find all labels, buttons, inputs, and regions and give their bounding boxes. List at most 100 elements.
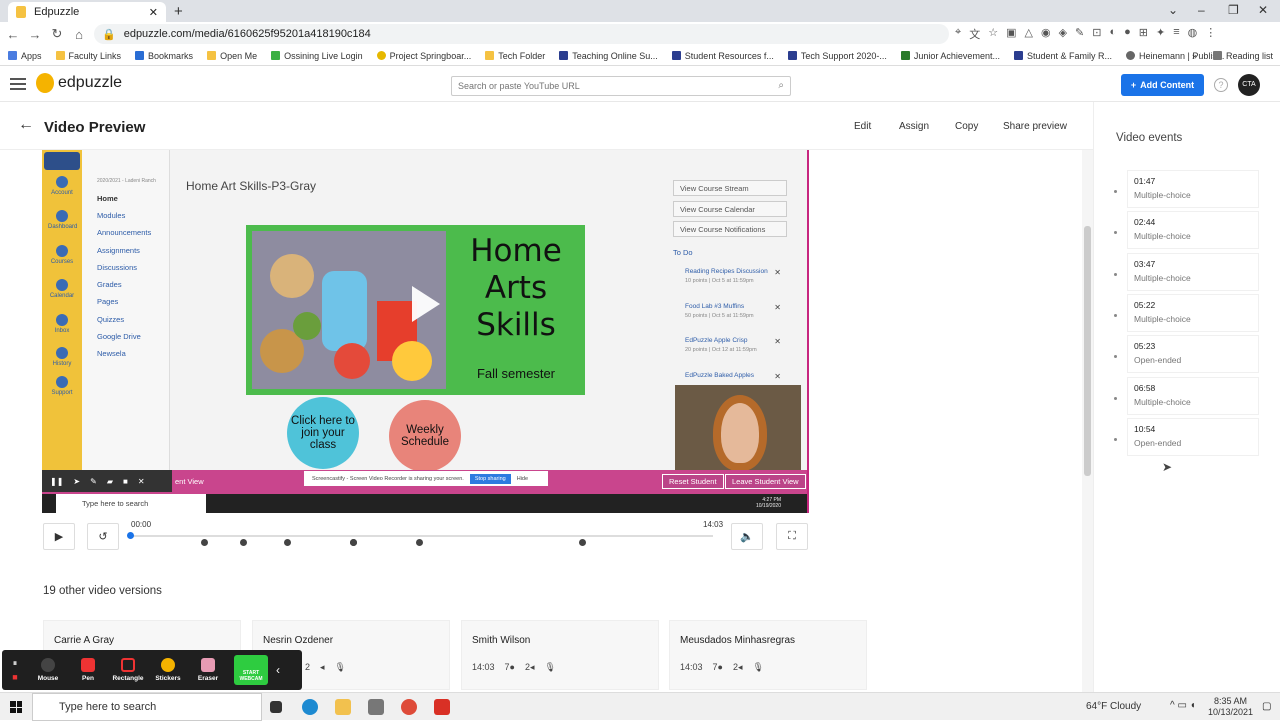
play-button[interactable]: ▶: [43, 523, 75, 550]
system-tray-icons[interactable]: ^ ▭ ◖: [1170, 700, 1196, 711]
back-arrow-icon[interactable]: ←: [18, 116, 34, 134]
help-icon[interactable]: ?: [1214, 78, 1228, 92]
bookmark-item[interactable]: Student Resources f...: [671, 51, 774, 61]
stickers-tool[interactable]: Stickers: [148, 658, 188, 682]
bookmark-item[interactable]: Ossining Live Login: [271, 51, 363, 61]
question-marker[interactable]: [240, 539, 248, 546]
bookmark-item[interactable]: Junior Achievement...: [900, 51, 1000, 61]
profile-icon[interactable]: ◍: [1188, 26, 1198, 42]
edit-button[interactable]: Edit: [854, 121, 871, 132]
video-event-item[interactable]: 05:23 Open-ended: [1114, 335, 1259, 373]
location-icon[interactable]: ⌖: [955, 26, 961, 42]
new-tab-icon[interactable]: +: [174, 3, 183, 20]
version-card[interactable]: Smith Wilson 14:03 7● 2◂ 🎙: [461, 620, 659, 690]
mic-ext-icon[interactable]: ●: [1124, 26, 1131, 42]
question-marker[interactable]: [200, 539, 208, 546]
extension-icon[interactable]: ◈: [1059, 26, 1067, 42]
translate-icon[interactable]: 文: [969, 26, 980, 42]
taskbar-search[interactable]: Type here to search: [32, 693, 262, 721]
address-bar[interactable]: 🔒 edpuzzle.com/media/6160625f95201a41819…: [94, 24, 949, 44]
hamburger-menu-icon[interactable]: [10, 78, 26, 90]
volume-button[interactable]: 🔈: [731, 523, 763, 550]
drive-icon[interactable]: △: [1024, 26, 1032, 42]
profile-dropdown-icon[interactable]: ⌄: [1168, 3, 1178, 17]
pen-ext-icon[interactable]: ✎: [1075, 26, 1084, 42]
search-icon[interactable]: ⌕: [778, 80, 784, 91]
video-event-item[interactable]: 05:22 Multiple-choice: [1114, 294, 1259, 332]
notifications-icon[interactable]: ▢: [1262, 701, 1271, 712]
back-nav-icon[interactable]: ←: [4, 27, 22, 42]
bookmark-item[interactable]: Apps: [8, 51, 42, 61]
start-webcam-button[interactable]: START WEBCAM: [234, 655, 268, 685]
video-event-item[interactable]: 10:54 Open-ended: [1114, 418, 1259, 456]
main-scrollbar[interactable]: [1082, 150, 1093, 692]
extension-icon[interactable]: ▣: [1006, 26, 1016, 42]
bookmark-item[interactable]: Faculty Links: [55, 51, 121, 61]
reload-icon[interactable]: ↻: [48, 26, 66, 42]
question-marker[interactable]: [416, 539, 424, 546]
add-content-button[interactable]: + Add Content: [1121, 74, 1204, 96]
avatar[interactable]: CTA: [1238, 74, 1260, 96]
seek-knob[interactable]: [127, 532, 134, 539]
fullscreen-button[interactable]: ⛶: [776, 523, 808, 550]
bookmark-item[interactable]: Teaching Online Su...: [559, 51, 658, 61]
assign-button[interactable]: Assign: [899, 121, 929, 132]
pen-tool[interactable]: Pen: [68, 658, 108, 682]
minimize-icon[interactable]: –: [1198, 3, 1205, 17]
bookmark-star-icon[interactable]: ☆: [988, 26, 998, 42]
video-player[interactable]: Account Dashboard Courses Calendar Inbox…: [42, 150, 809, 513]
menu-icon[interactable]: ⋮: [1205, 26, 1216, 42]
bookmark-item[interactable]: Project Springboar...: [376, 51, 471, 61]
bookmark-item[interactable]: Tech Support 2020-...: [787, 51, 887, 61]
extension-icon[interactable]: ◐: [1109, 26, 1116, 42]
question-marker[interactable]: [283, 539, 291, 546]
reading-list[interactable]: Reading list: [1213, 51, 1273, 61]
video-event-item[interactable]: 01:47 Multiple-choice: [1114, 170, 1259, 208]
rectangle-tool[interactable]: Rectangle: [108, 658, 148, 682]
close-tab-icon[interactable]: ✕: [149, 6, 158, 19]
play-overlay-icon[interactable]: [412, 286, 440, 322]
copy-button[interactable]: Copy: [955, 121, 978, 132]
edge-icon[interactable]: [302, 699, 318, 715]
bookmark-item[interactable]: Bookmarks: [135, 51, 193, 61]
file-explorer-icon[interactable]: [335, 699, 351, 715]
chrome-icon[interactable]: [401, 699, 417, 715]
edpuzzle-logo[interactable]: edpuzzle: [36, 73, 122, 93]
version-card[interactable]: Meusdados Minhasregras 14:03 7● 2◂ 🎙: [669, 620, 867, 690]
extension-icon[interactable]: ◉: [1041, 26, 1051, 42]
video-event-item[interactable]: 06:58 Multiple-choice: [1114, 377, 1259, 415]
search-input[interactable]: [458, 81, 790, 91]
question-marker[interactable]: [579, 539, 587, 546]
app-icon[interactable]: [368, 699, 384, 715]
forward-nav-icon[interactable]: →: [26, 27, 44, 42]
weather-widget[interactable]: 64°F Cloudy: [1086, 701, 1141, 712]
bookmark-item[interactable]: Student & Family R...: [1013, 51, 1112, 61]
puzzle-icon[interactable]: ✦: [1156, 26, 1165, 42]
mouse-tool[interactable]: Mouse: [28, 658, 68, 682]
windows-start-icon[interactable]: [10, 701, 22, 713]
seek-bar[interactable]: [130, 535, 713, 537]
scrollbar-thumb[interactable]: [1084, 226, 1091, 476]
stop-record-icon[interactable]: ■: [12, 672, 17, 682]
share-preview-button[interactable]: Share preview: [1003, 121, 1067, 132]
home-icon[interactable]: ⌂: [70, 27, 88, 42]
eraser-tool[interactable]: Eraser: [188, 658, 228, 682]
search-box[interactable]: ⌕: [451, 76, 791, 96]
bookmark-item[interactable]: Heinemann | Publis...: [1125, 51, 1224, 61]
restore-icon[interactable]: ❐: [1228, 3, 1239, 17]
bookmark-item[interactable]: Tech Folder: [485, 51, 545, 61]
video-event-item[interactable]: 02:44 Multiple-choice: [1114, 211, 1259, 249]
browser-tab[interactable]: Edpuzzle ✕: [8, 2, 166, 22]
media-icon[interactable]: ≡: [1173, 26, 1179, 42]
extension-icon[interactable]: ⊡: [1092, 26, 1101, 42]
question-marker[interactable]: [350, 539, 358, 546]
bookmark-item[interactable]: Open Me: [207, 51, 257, 61]
collapse-chevron-icon[interactable]: ‹: [276, 663, 280, 677]
extension-icon[interactable]: ⊞: [1139, 26, 1148, 42]
close-window-icon[interactable]: ✕: [1258, 3, 1268, 17]
video-event-item[interactable]: 03:47 Multiple-choice: [1114, 253, 1259, 291]
gmail-icon[interactable]: [434, 699, 450, 715]
task-view-icon[interactable]: [270, 701, 282, 713]
pause-record-icon[interactable]: ⏸: [13, 658, 18, 668]
system-clock[interactable]: 8:35 AM 10/13/2021: [1208, 696, 1253, 718]
